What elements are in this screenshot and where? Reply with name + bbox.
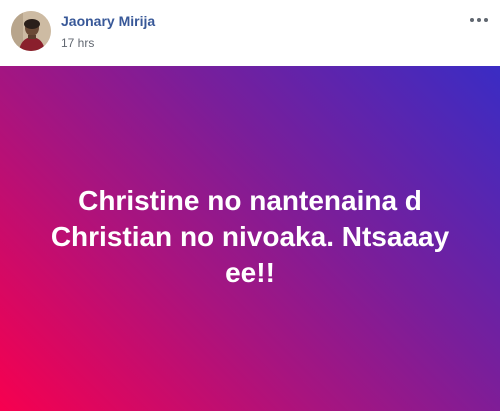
- status-background-card: Christine no nantenaina d Christian no n…: [0, 66, 500, 411]
- author-name-link[interactable]: Jaonary Mirija: [61, 13, 155, 29]
- more-options-icon-dot: [477, 18, 481, 22]
- post-header: Jaonary Mirija 17 hrs: [0, 0, 500, 66]
- more-options-icon: [470, 18, 474, 22]
- post-timestamp[interactable]: 17 hrs: [61, 36, 94, 50]
- profile-photo-icon: [11, 11, 51, 51]
- more-options-icon-dot: [484, 18, 488, 22]
- more-options-button[interactable]: [466, 12, 492, 28]
- author-avatar[interactable]: [11, 11, 51, 51]
- facebook-post: Jaonary Mirija 17 hrs Christine no nante…: [0, 0, 500, 411]
- status-text: Christine no nantenaina d Christian no n…: [50, 184, 450, 288]
